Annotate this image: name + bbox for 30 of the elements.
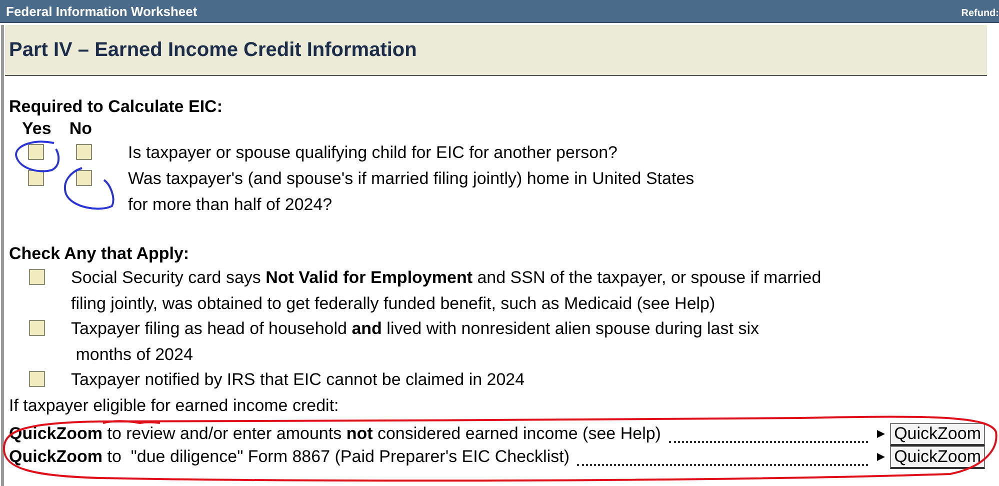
quickzoom-text: QuickZoom to review and/or enter amounts not considered earned income (see Help) [9, 424, 661, 444]
checkbox[interactable] [28, 170, 44, 186]
option-text: Taxpayer notified by IRS that EIC cannot be claimed in 2024 [71, 369, 525, 391]
option-text: Taxpayer filing as head of household and lived with nonresident alien spouse during last six [71, 318, 759, 340]
arrow-icon [876, 452, 886, 462]
checkbox[interactable] [76, 144, 92, 160]
quickzoom-button[interactable]: QuickZoom [890, 446, 985, 468]
checkbox[interactable] [29, 269, 45, 285]
option-text: filing jointly, was obtained to get federally funded benefit, such as Medicaid (see Help) [71, 292, 716, 314]
checkbox[interactable] [29, 320, 45, 336]
question-text: Was taxpayer's (and spouse's if married filing jointly) home in United States [128, 168, 694, 190]
checkbox[interactable] [76, 170, 92, 186]
section-heading: Check Any that Apply: [9, 243, 190, 265]
section-title: Part IV – Earned Income Credit Information [9, 38, 417, 62]
option-text: months of 2024 [74, 344, 194, 366]
checkbox[interactable] [29, 371, 45, 387]
pen-stroke [102, 420, 160, 424]
option-text: Social Security card says Not Valid for Employment and SSN of the taxpayer, or spouse if married [71, 267, 822, 289]
arrow-icon [876, 429, 886, 439]
quickzoom-text: QuickZoom to "due diligence" Form 8867 (Paid Preparer's EIC Checklist) [9, 447, 570, 467]
note-text: If taxpayer eligible for earned income credit: [9, 394, 339, 416]
question-text: for more than half of 2024? [128, 194, 334, 216]
column-header: No [69, 118, 92, 140]
quickzoom-button[interactable]: QuickZoom [890, 422, 985, 446]
refund-label: Refund: [961, 8, 999, 18]
question-text: Is taxpayer or spouse qualifying child for EIC for another person? [128, 142, 618, 164]
checkbox[interactable] [28, 144, 44, 160]
window-title: Federal Information Worksheet [6, 4, 198, 18]
section-heading: Required to Calculate EIC: [9, 96, 224, 118]
column-header: Yes [22, 118, 52, 140]
